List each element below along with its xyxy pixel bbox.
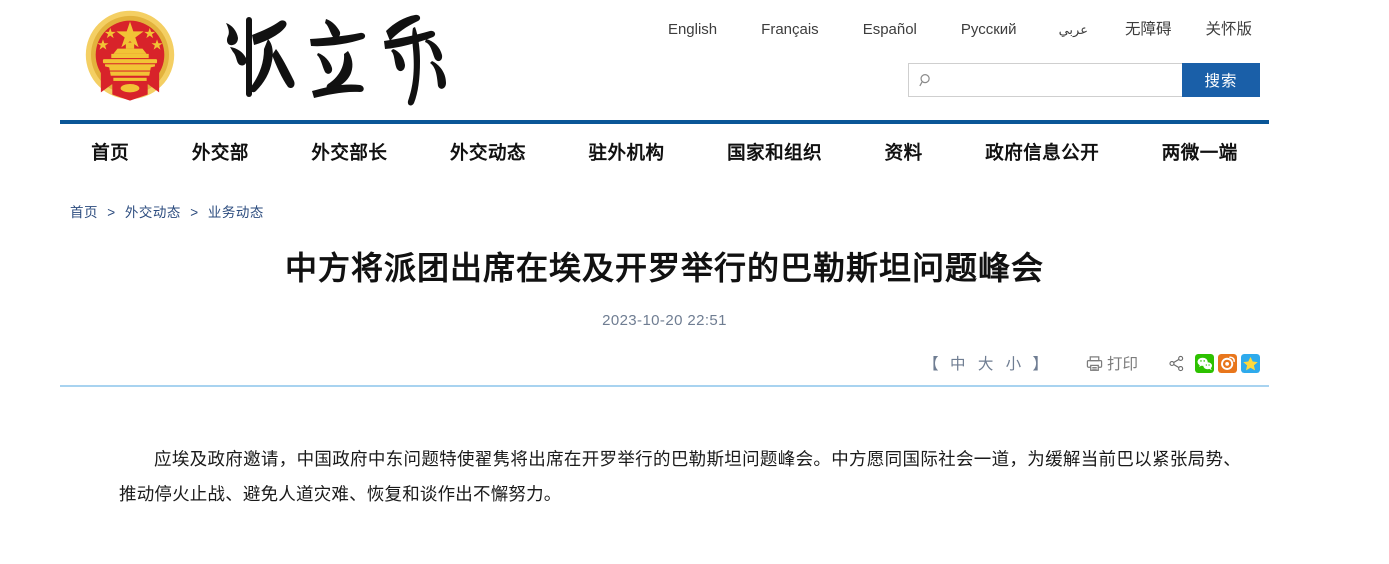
mfa-calligraphy-wordmark-icon <box>226 14 446 106</box>
article-publish-date: 2023-10-20 22:51 <box>602 312 727 329</box>
bracket-close: 】 <box>1032 356 1051 373</box>
primary-nav: 首页 外交部 外交部长 外交动态 驻外机构 国家和组织 资料 政府信息公开 两微… <box>60 128 1269 176</box>
lang-link-accessibility[interactable]: 无障碍 <box>1108 17 1189 39</box>
lang-link-care-version[interactable]: 关怀版 <box>1188 17 1269 39</box>
weibo-icon[interactable] <box>1218 353 1237 373</box>
china-national-emblem-icon <box>85 10 175 101</box>
breadcrumb-item-home[interactable]: 首页 <box>70 205 98 220</box>
breadcrumb-separator: > <box>190 205 199 220</box>
nav-item-ministry[interactable]: 外交部 <box>161 139 281 165</box>
social-share-list <box>1195 353 1260 373</box>
font-size-small-button[interactable]: 小 <box>1005 356 1026 373</box>
nav-item-missions[interactable]: 驻外机构 <box>557 139 696 165</box>
nav-item-news[interactable]: 外交动态 <box>419 139 558 165</box>
lang-link-english[interactable]: English <box>646 21 739 38</box>
printer-icon <box>1086 355 1103 371</box>
font-size-large-button[interactable]: 大 <box>977 356 998 373</box>
share-button[interactable] <box>1168 355 1185 372</box>
search-button[interactable]: 搜索 <box>1182 63 1260 97</box>
share-nodes-icon <box>1169 355 1184 371</box>
print-button[interactable]: 打印 <box>1086 352 1138 374</box>
nav-item-resources[interactable]: 资料 <box>853 139 954 165</box>
nav-item-minister[interactable]: 外交部长 <box>280 139 419 165</box>
breadcrumb-item-current[interactable]: 业务动态 <box>208 205 264 220</box>
lang-link-arabic[interactable]: عربي <box>1039 22 1108 38</box>
lang-link-russian[interactable]: Русский <box>939 21 1039 38</box>
print-label: 打印 <box>1106 356 1138 373</box>
nav-item-gov-info[interactable]: 政府信息公开 <box>954 139 1131 165</box>
nav-item-home[interactable]: 首页 <box>60 139 161 165</box>
breadcrumb-separator: > <box>107 205 116 220</box>
search-icon <box>919 73 930 86</box>
bracket-open: 【 <box>923 356 942 373</box>
qzone-icon[interactable] <box>1241 353 1260 373</box>
lang-link-francais[interactable]: Français <box>739 21 841 38</box>
font-size-medium-button[interactable]: 中 <box>949 356 970 373</box>
wechat-icon[interactable] <box>1195 353 1214 373</box>
breadcrumb: 首页 > 外交动态 > 业务动态 <box>70 201 264 221</box>
article-title: 中方将派团出席在埃及开罗举行的巴勒斯坦问题峰会 <box>284 250 1044 286</box>
nav-item-countries[interactable]: 国家和组织 <box>696 139 854 165</box>
content-divider <box>60 385 1269 387</box>
site-header: English Français Español Русский عربي 无障… <box>0 0 1389 118</box>
article-body: 应埃及政府邀请，中国政府中东问题特使翟隽将出席在开罗举行的巴勒斯坦问题峰会。中方… <box>119 449 1241 504</box>
nav-item-social-apps[interactable]: 两微一端 <box>1131 139 1270 165</box>
article-toolbar: 【 中 大 小 】 打印 <box>60 351 1269 375</box>
search-bar: 搜索 <box>908 63 1260 97</box>
lang-link-espanol[interactable]: Español <box>841 21 939 38</box>
breadcrumb-item-news[interactable]: 外交动态 <box>125 205 181 220</box>
search-field[interactable] <box>908 63 1182 97</box>
page-root: English Français Español Русский عربي 无障… <box>0 0 1389 564</box>
nav-top-rule <box>60 120 1269 124</box>
search-input[interactable] <box>934 65 1182 95</box>
font-size-selector: 【 中 大 小 】 <box>923 352 1051 374</box>
site-logo[interactable] <box>78 5 460 109</box>
article: 中方将派团出席在埃及开罗举行的巴勒斯坦问题峰会 2023-10-20 22:51… <box>60 232 1269 375</box>
language-bar: English Français Español Русский عربي 无障… <box>646 17 1269 39</box>
